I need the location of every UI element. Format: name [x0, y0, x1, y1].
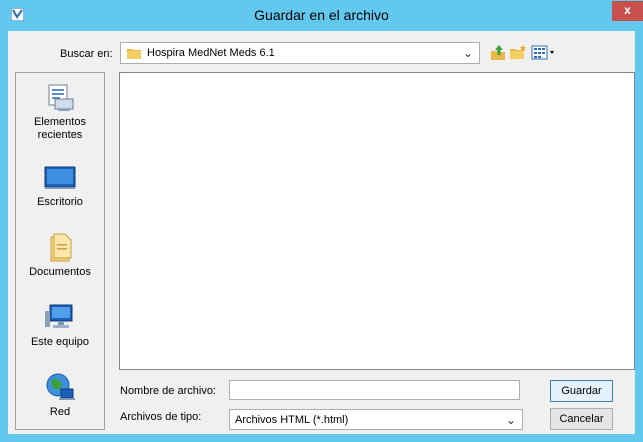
place-desktop[interactable]: Escritorio [16, 161, 104, 209]
place-network[interactable]: Red [16, 371, 104, 419]
up-folder-icon[interactable] [489, 44, 507, 61]
filetype-dropdown[interactable]: Archivos HTML (*.html) ⌄ [229, 409, 523, 430]
title-bar[interactable]: Guardar en el archivo x [0, 0, 643, 31]
place-recent-items[interactable]: Elementos recientes [16, 81, 104, 142]
chevron-down-icon: ⌄ [462, 46, 473, 60]
computer-icon [45, 304, 73, 328]
look-in-value: Hospira MedNet Meds 6.1 [147, 47, 275, 59]
place-this-pc[interactable]: Este equipo [16, 301, 104, 349]
recent-items-icon [48, 84, 74, 111]
filetype-label: Archivos de tipo: [120, 411, 202, 423]
documents-icon [50, 233, 72, 262]
chevron-down-icon: ⌄ [505, 413, 516, 427]
folder-icon [127, 49, 141, 59]
filename-input[interactable] [229, 380, 520, 400]
place-label: Elementos [34, 116, 86, 128]
new-folder-icon[interactable] [509, 44, 527, 61]
filetype-value: Archivos HTML (*.html) [235, 414, 349, 426]
places-bar: Elementos recientes Escritorio Documento… [15, 72, 105, 430]
close-button[interactable]: x [612, 1, 643, 21]
file-list[interactable] [119, 72, 635, 370]
window-title: Guardar en el archivo [254, 7, 389, 23]
look-in-label: Buscar en: [60, 48, 113, 60]
save-button[interactable]: Guardar [550, 380, 613, 402]
desktop-icon [44, 166, 76, 189]
place-label: Escritorio [37, 196, 83, 208]
network-icon [46, 373, 75, 400]
place-label: Este equipo [30, 336, 90, 348]
save-dialog: Guardar en el archivo x Buscar en: Hospi… [0, 0, 643, 442]
cancel-button[interactable]: Cancelar [550, 408, 613, 430]
view-menu-icon[interactable] [531, 44, 557, 61]
place-label: Documentos [29, 266, 91, 278]
place-label: Red [49, 406, 71, 418]
dialog-body: Buscar en: Hospira MedNet Meds 6.1 ⌄ Ele… [8, 31, 635, 434]
filename-label: Nombre de archivo: [120, 385, 216, 397]
place-label: recientes [37, 129, 83, 141]
place-documents[interactable]: Documentos [16, 231, 104, 279]
look-in-dropdown[interactable]: Hospira MedNet Meds 6.1 ⌄ [120, 42, 480, 64]
